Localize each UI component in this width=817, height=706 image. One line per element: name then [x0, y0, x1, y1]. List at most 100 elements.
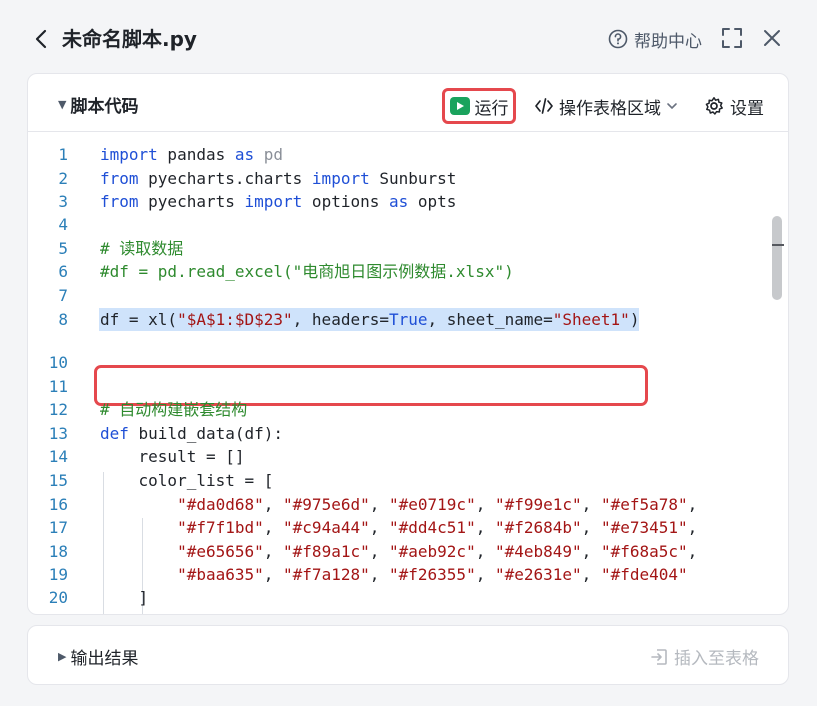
line-number: 20 [48, 588, 68, 607]
code-line[interactable]: 4 [28, 213, 788, 236]
insert-to-sheet-button[interactable]: 插入至表格 [650, 644, 759, 669]
code-panel: ▼ 脚本代码 运行 操作表格区域 设置 1 import pandas as p… [27, 73, 789, 615]
help-center-button[interactable]: 帮助中心 [608, 24, 702, 54]
sheet-range-label: 操作表格区域 [559, 98, 661, 119]
code-line[interactable]: 13 def build_data(df): [28, 422, 788, 445]
code-token: "#e2631e" [494, 565, 582, 584]
code-token: import [244, 192, 303, 211]
code-token: "$A$1:$D$23" [177, 310, 293, 329]
code-token: , [369, 565, 389, 584]
code-token: , [369, 518, 389, 537]
code-editor[interactable]: 1 import pandas as pd 2 from pyecharts.char… [28, 133, 788, 614]
code-line[interactable]: 1 import pandas as pd [28, 143, 788, 166]
code-token: "#baa635" [177, 565, 264, 584]
code-line[interactable]: 7 [28, 284, 788, 307]
play-icon [449, 97, 470, 115]
code-text: "#da0d68", "#975e6d", "#e0719c", "#f99e1… [100, 493, 697, 516]
code-token: build_data(df): [128, 424, 284, 443]
question-circle-icon [608, 29, 628, 49]
code-token: "#dd4c51" [389, 518, 476, 537]
code-token: result = [] [100, 447, 245, 466]
line-number: 18 [48, 542, 68, 561]
run-button[interactable]: 运行 [442, 88, 516, 124]
gear-icon [705, 97, 723, 115]
close-button[interactable] [760, 26, 786, 52]
code-line[interactable]: 14 result = [] [28, 445, 788, 468]
code-token: , [581, 565, 601, 584]
code-token: pyecharts.charts [138, 169, 312, 188]
code-text: ] [100, 586, 149, 609]
output-section-title: 输出结果 [70, 649, 139, 669]
back-button[interactable] [28, 24, 54, 54]
line-number: 12 [48, 400, 68, 419]
code-token: #df = pd.read_excel("电商旭日图示例数据.xlsx") [100, 262, 514, 281]
code-token: , headers= [292, 310, 389, 329]
sheet-range-dropdown[interactable]: 操作表格区域 [534, 92, 678, 120]
code-token: "#e73451" [600, 518, 688, 537]
line-number: 16 [48, 495, 68, 514]
code-text: "#baa635", "#f7a128", "#f26355", "#e2631… [100, 563, 688, 586]
code-line[interactable]: 16 "#da0d68", "#975e6d", "#e0719c", "#f9… [28, 493, 788, 516]
code-line[interactable]: 2 from pyecharts.charts import Sunburst [28, 167, 788, 190]
code-line[interactable]: 3 from pyecharts import options as opts [28, 190, 788, 213]
code-token: "#975e6d" [283, 495, 370, 514]
code-line[interactable]: 17 "#f7f1bd", "#c94a44", "#dd4c51", "#f2… [28, 516, 788, 539]
code-line[interactable]: 5 # 读取数据 [28, 237, 788, 260]
line-number: 13 [48, 424, 68, 443]
code-line[interactable]: 19 "#baa635", "#f7a128", "#f26355", "#e2… [28, 563, 788, 586]
settings-button[interactable]: 设置 [704, 92, 764, 120]
code-token: color_list = [ [100, 471, 274, 490]
line-number: 10 [48, 353, 68, 372]
output-panel: ▶ 输出结果 插入至表格 [27, 625, 789, 685]
code-token: opts [408, 192, 457, 211]
code-token: , sheet_name= [427, 310, 553, 329]
code-token: , [581, 542, 601, 561]
code-line-selected[interactable]: 8 df = xl("$A$1:$D$23", headers=True, she… [28, 308, 788, 331]
code-token: , [581, 495, 601, 514]
line-number: 7 [58, 286, 68, 305]
code-text: # 自动构建嵌套结构 [100, 398, 247, 421]
code-line[interactable]: 10 [28, 351, 788, 374]
code-text: # 读取数据 [100, 237, 183, 260]
fullscreen-button[interactable] [720, 26, 746, 52]
code-token: "#f7f1bd" [177, 518, 264, 537]
code-token: "#f7a128" [283, 565, 370, 584]
code-token: options [302, 192, 389, 211]
code-line[interactable]: 15 color_list = [ [28, 469, 788, 492]
code-token: , [475, 518, 495, 537]
code-line[interactable]: 18 "#e65656", "#f89a1c", "#aeb92c", "#4e… [28, 540, 788, 563]
line-number: 15 [48, 471, 68, 490]
code-text: from pyecharts.charts import Sunburst [100, 167, 456, 190]
code-line[interactable]: 20 ] [28, 586, 788, 609]
expand-icon [722, 28, 742, 48]
chevron-down-icon [667, 103, 677, 110]
output-section-toggle[interactable]: ▶ 输出结果 [58, 644, 138, 669]
line-number: 2 [58, 169, 68, 188]
code-line[interactable]: 12 # 自动构建嵌套结构 [28, 398, 788, 421]
code-token: ) [629, 310, 640, 329]
insert-to-sheet-label: 插入至表格 [674, 649, 759, 669]
code-token: , [687, 542, 698, 561]
code-token: , [263, 542, 284, 561]
code-section-toggle[interactable]: ▼ 脚本代码 [58, 92, 138, 117]
code-token: "#aeb92c" [389, 542, 476, 561]
line-number: 17 [48, 518, 68, 537]
code-text: def build_data(df): [100, 422, 283, 445]
code-text: df = xl("$A$1:$D$23", headers=True, shee… [100, 308, 639, 331]
code-token: pyecharts [138, 192, 245, 211]
code-token: "#c94a44" [283, 518, 370, 537]
code-line[interactable]: 6 #df = pd.read_excel("电商旭日图示例数据.xlsx") [28, 260, 788, 283]
code-token: pd [254, 145, 284, 164]
code-token: # 读取数据 [100, 239, 184, 258]
code-text: color_list = [ [100, 469, 274, 492]
line-number: 8 [58, 310, 68, 329]
code-token: "#da0d68" [177, 495, 264, 514]
code-token: "#4eb849" [494, 542, 582, 561]
code-line[interactable]: 11 [28, 375, 788, 398]
code-token: import [311, 169, 370, 188]
code-token: import [100, 145, 158, 164]
script-title: 未命名脚本.py [62, 27, 197, 51]
line-number: 6 [58, 262, 68, 281]
